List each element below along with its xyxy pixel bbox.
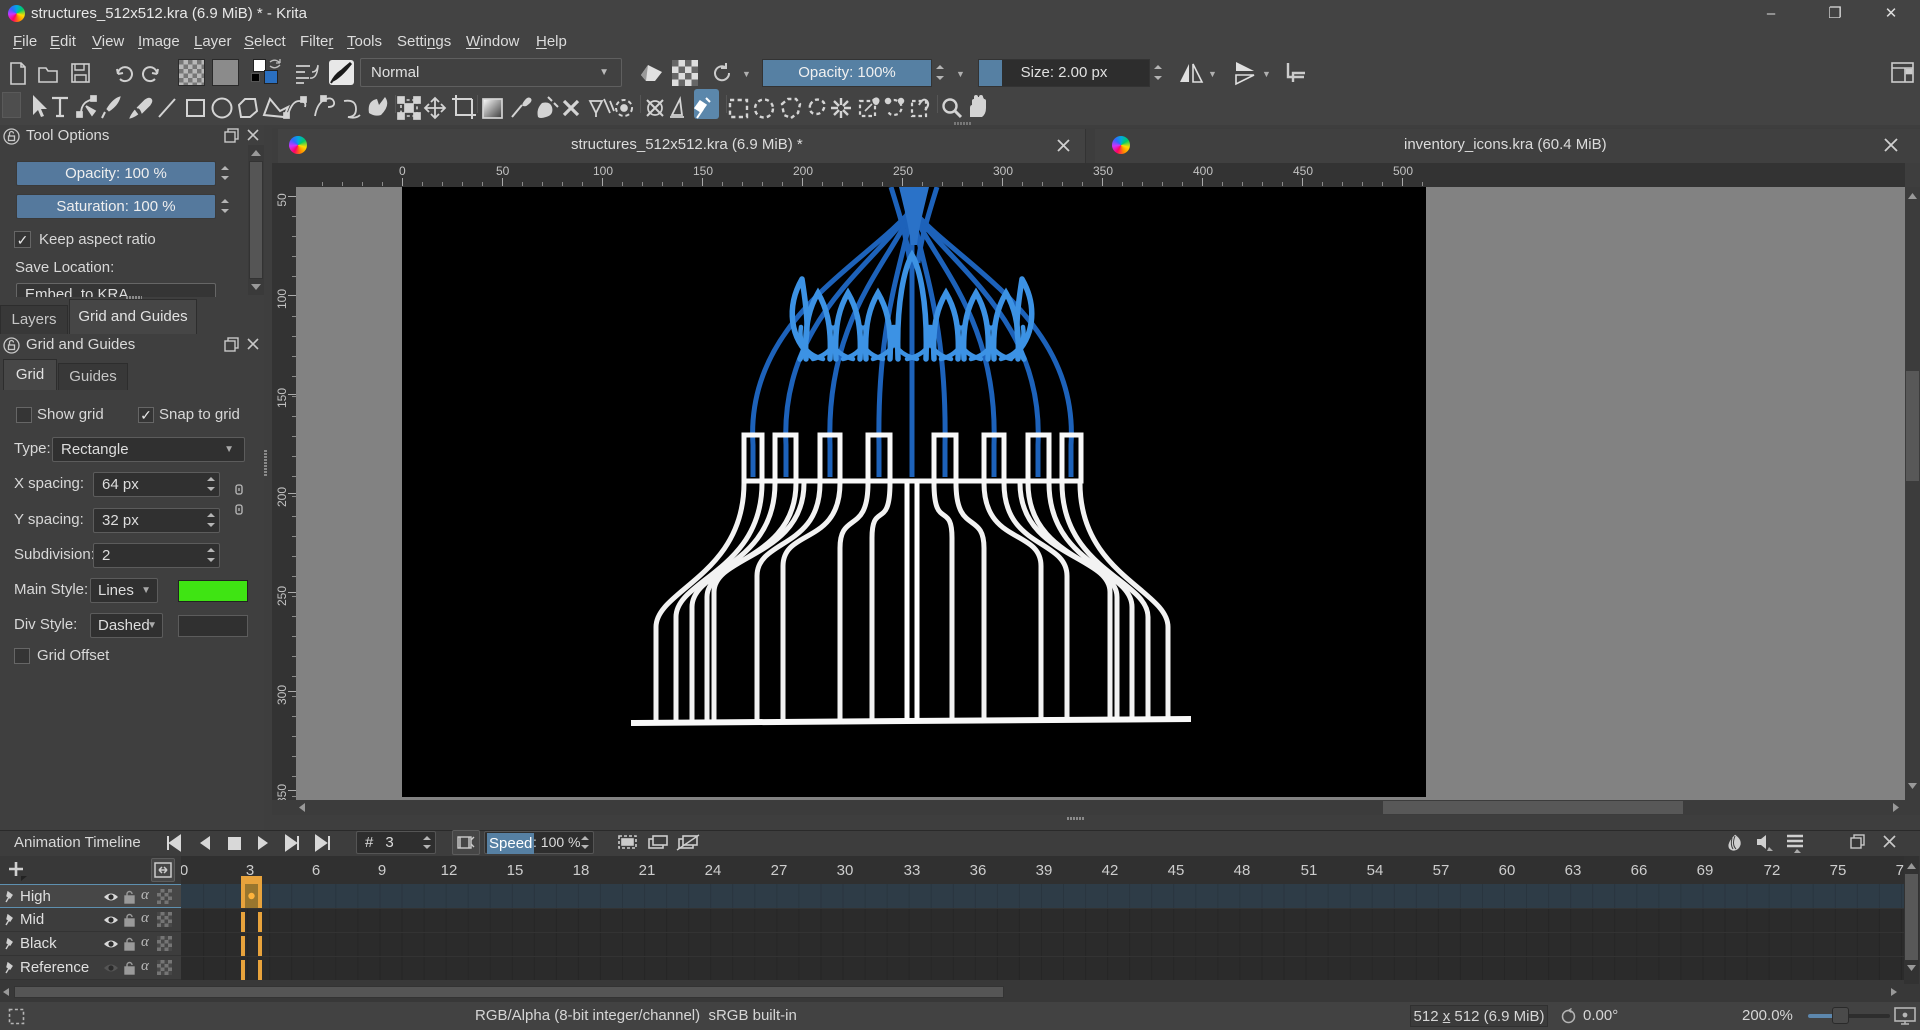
svg-text:200: 200 <box>275 487 289 507</box>
svg-text:57: 57 <box>1433 862 1450 879</box>
svg-text:60: 60 <box>1499 862 1516 879</box>
svg-text:33: 33 <box>904 862 921 879</box>
svg-text:350: 350 <box>275 784 289 800</box>
svg-text:300: 300 <box>275 685 289 705</box>
svg-text:54: 54 <box>1367 862 1384 879</box>
svg-text:250: 250 <box>893 164 913 178</box>
svg-text:150: 150 <box>693 164 713 178</box>
svg-text:250: 250 <box>275 586 289 606</box>
svg-text:200: 200 <box>793 164 813 178</box>
svg-text:30: 30 <box>837 862 854 879</box>
svg-text:6: 6 <box>312 862 320 879</box>
svg-text:72: 72 <box>1764 862 1781 879</box>
svg-text:18: 18 <box>573 862 590 879</box>
svg-text:100: 100 <box>275 289 289 309</box>
svg-text:50: 50 <box>496 164 510 178</box>
svg-text:36: 36 <box>970 862 987 879</box>
svg-text:42: 42 <box>1102 862 1119 879</box>
svg-text:3: 3 <box>246 862 254 879</box>
svg-text:300: 300 <box>993 164 1013 178</box>
svg-text:78: 78 <box>1896 862 1904 879</box>
svg-text:400: 400 <box>1193 164 1213 178</box>
svg-text:0: 0 <box>399 164 406 178</box>
svg-text:66: 66 <box>1631 862 1648 879</box>
svg-text:500: 500 <box>1393 164 1413 178</box>
svg-text:150: 150 <box>275 388 289 408</box>
svg-text:21: 21 <box>639 862 656 879</box>
svg-text:51: 51 <box>1301 862 1318 879</box>
svg-text:50: 50 <box>275 193 289 207</box>
svg-text:69: 69 <box>1697 862 1714 879</box>
svg-text:12: 12 <box>441 862 458 879</box>
svg-text:100: 100 <box>593 164 613 178</box>
svg-text:27: 27 <box>771 862 788 879</box>
svg-text:48: 48 <box>1234 862 1251 879</box>
svg-text:15: 15 <box>507 862 524 879</box>
svg-text:24: 24 <box>705 862 722 879</box>
svg-text:350: 350 <box>1093 164 1113 178</box>
svg-text:450: 450 <box>1293 164 1313 178</box>
svg-text:9: 9 <box>378 862 386 879</box>
svg-text:0: 0 <box>181 862 188 879</box>
svg-text:45: 45 <box>1168 862 1185 879</box>
svg-text:39: 39 <box>1036 862 1053 879</box>
svg-text:75: 75 <box>1830 862 1847 879</box>
svg-text:63: 63 <box>1565 862 1582 879</box>
